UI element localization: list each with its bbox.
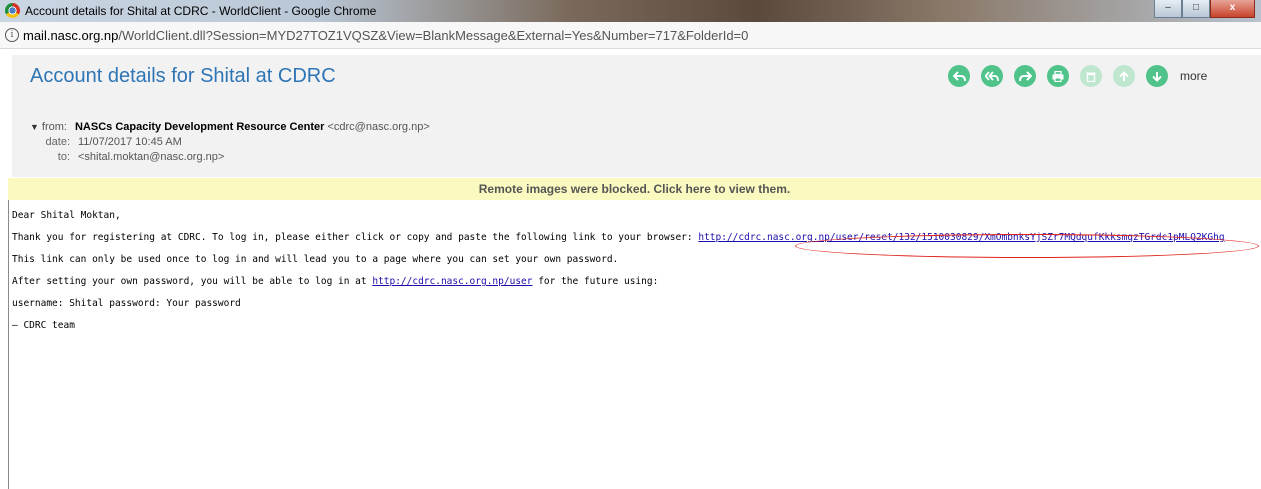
- from-name[interactable]: NASCs Capacity Development Resource Cent…: [75, 121, 324, 133]
- remote-images-notice[interactable]: Remote images were blocked. Click here t…: [8, 178, 1261, 200]
- address-bar[interactable]: i mail.nasc.org.np/WorldClient.dll?Sessi…: [0, 22, 1261, 49]
- maximize-button[interactable]: □: [1182, 0, 1210, 18]
- from-row: ▼ from: NASCs Capacity Development Resourc…: [30, 121, 430, 133]
- greeting: Dear Shital Moktan,: [12, 210, 121, 221]
- window-title: Account details for Shital at CDRC - Wor…: [25, 4, 377, 18]
- url-path: /WorldClient.dll?Session=MYD27TOZ1VQSZ&V…: [118, 28, 749, 43]
- minimize-button[interactable]: –: [1154, 0, 1182, 18]
- date-label: date:: [45, 136, 70, 148]
- date-row: date: 11/07/2017 10:45 AM: [30, 136, 182, 148]
- body-line-1-text: Thank you for registering at CDRC. To lo…: [12, 232, 699, 243]
- body-line-3: After setting your own password, you wil…: [12, 276, 1257, 288]
- user-login-link[interactable]: http://cdrc.nasc.org.np/user: [372, 276, 532, 287]
- info-icon[interactable]: i: [5, 28, 19, 42]
- more-menu[interactable]: more: [1180, 69, 1207, 83]
- to-row: to: <shital.moktan@nasc.org.np>: [30, 151, 225, 163]
- from-email[interactable]: <cdrc@nasc.org.np>: [327, 121, 429, 133]
- content-divider: [8, 178, 9, 489]
- chrome-icon: [5, 3, 20, 18]
- forward-icon[interactable]: [1014, 65, 1036, 87]
- body-line-2: This link can only be used once to log i…: [12, 254, 619, 265]
- reply-all-icon[interactable]: [981, 65, 1003, 87]
- arrow-down-icon[interactable]: [1146, 65, 1168, 87]
- message-subject: Account details for Shital at CDRC: [30, 65, 336, 87]
- close-button[interactable]: x: [1210, 0, 1255, 18]
- window-controls: – □ x: [1154, 0, 1255, 19]
- trash-icon[interactable]: [1080, 65, 1102, 87]
- to-label: to:: [57, 151, 70, 163]
- print-icon[interactable]: [1047, 65, 1069, 87]
- reset-link[interactable]: http://cdrc.nasc.org.np/user/reset/132/1…: [698, 232, 1224, 243]
- body-line-1: Thank you for registering at CDRC. To lo…: [12, 232, 1257, 244]
- signoff: — CDRC team: [12, 320, 75, 331]
- to-value[interactable]: <shital.moktan@nasc.org.np>: [78, 151, 224, 163]
- date-value: 11/07/2017 10:45 AM: [78, 136, 182, 148]
- message-toolbar: more: [948, 65, 1207, 87]
- body-line-3-before: After setting your own password, you wil…: [12, 276, 373, 287]
- arrow-up-icon[interactable]: [1113, 65, 1135, 87]
- url-host: mail.nasc.org.np: [23, 28, 119, 43]
- body-line-3-after: for the future using:: [532, 276, 659, 287]
- message-body: Dear Shital Moktan, Thank you for regist…: [12, 210, 1257, 342]
- chevron-down-icon[interactable]: ▼: [30, 122, 39, 132]
- reply-icon[interactable]: [948, 65, 970, 87]
- message-header: ▼ from: NASCs Capacity Development Resourc…: [12, 107, 1261, 177]
- window-titlebar: Account details for Shital at CDRC - Wor…: [0, 0, 1261, 22]
- credentials-line: username: Shital password: Your password: [12, 298, 241, 309]
- url-text[interactable]: mail.nasc.org.np/WorldClient.dll?Session…: [23, 28, 748, 43]
- message-title-band: Account details for Shital at CDRC more: [12, 55, 1261, 107]
- from-label: from:: [41, 121, 67, 133]
